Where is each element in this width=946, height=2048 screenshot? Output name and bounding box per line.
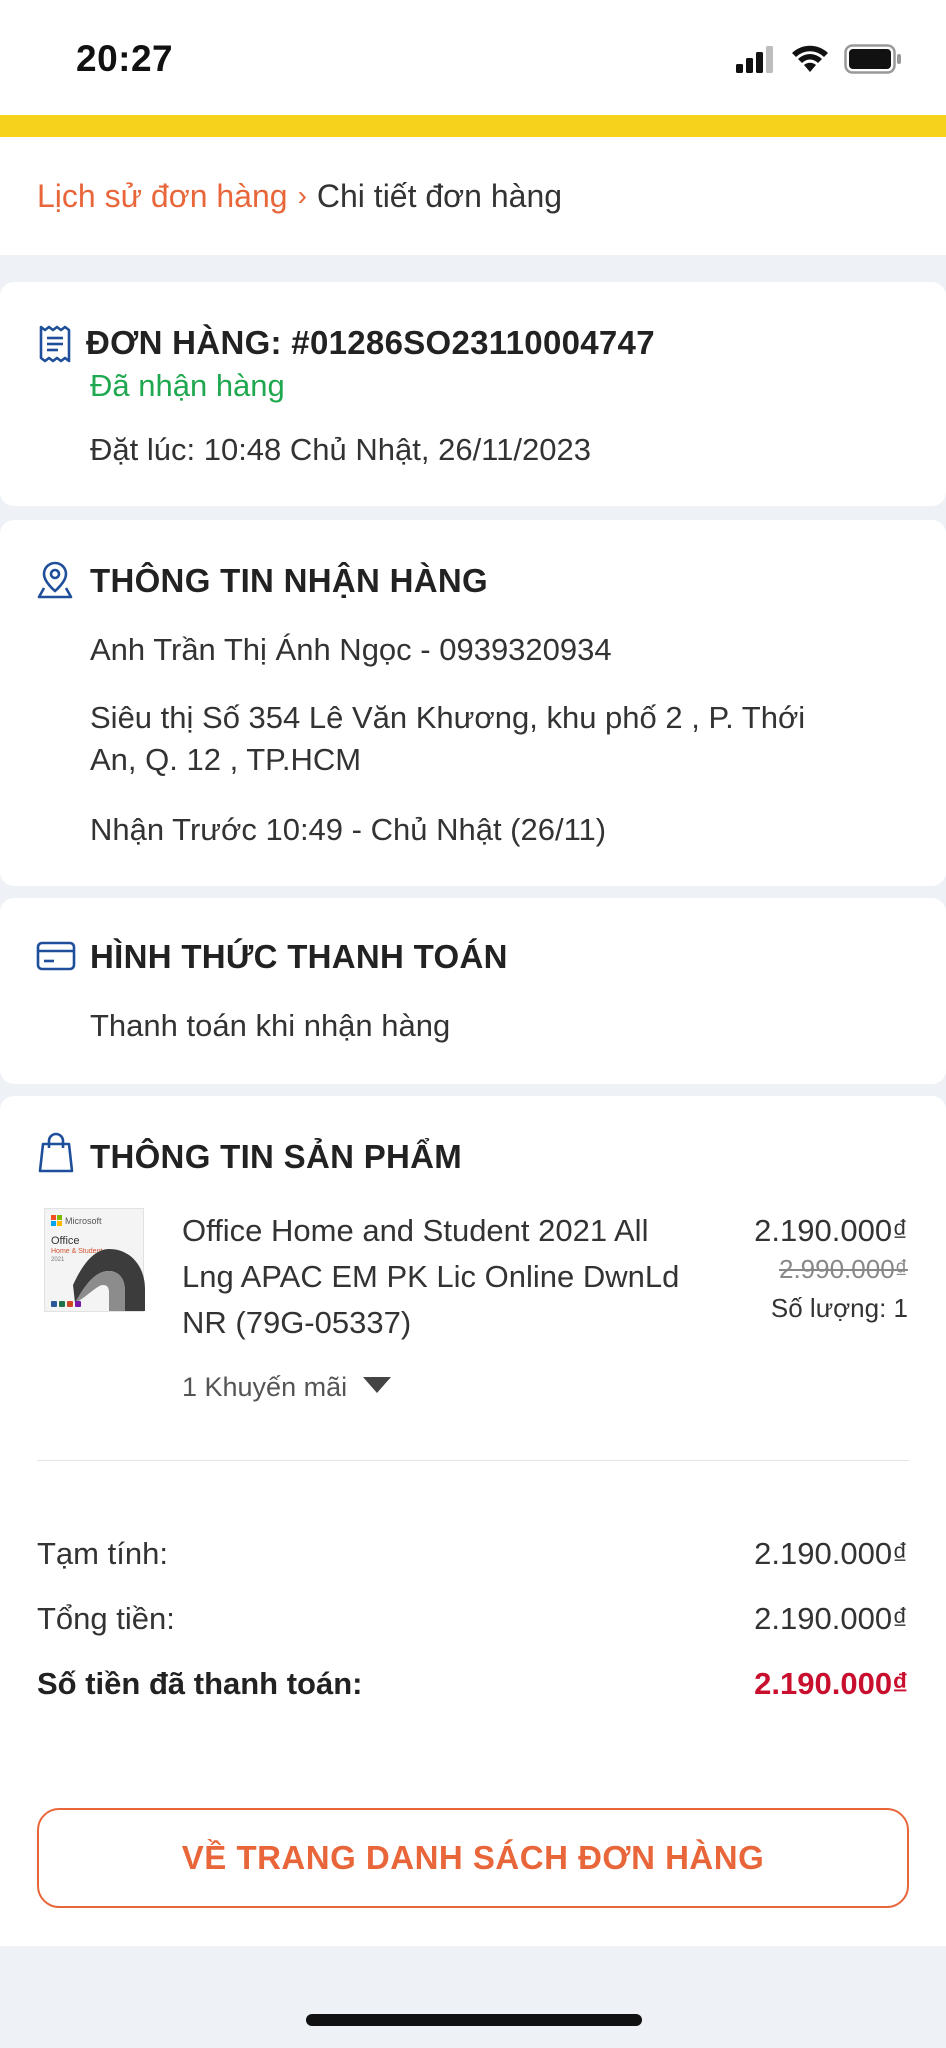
breadcrumb-order-history-link[interactable]: Lịch sử đơn hàng <box>37 178 288 215</box>
shopping-bag-icon <box>38 1132 74 1179</box>
status-bar: 20:27 <box>0 0 946 115</box>
subtotal-value: 2.190.000₫ <box>754 1536 908 1571</box>
order-number: ĐƠN HÀNG: #01286SO23110004747 <box>86 324 655 361</box>
payment-section-title: HÌNH THỨC THANH TOÁN <box>90 938 508 975</box>
breadcrumb-separator: › <box>297 180 307 211</box>
receipt-icon <box>36 324 74 369</box>
promotion-toggle[interactable]: 1 Khuyến mãi <box>182 1372 392 1403</box>
payment-method-value: Thanh toán khi nhận hàng <box>90 1008 451 1043</box>
product-thumbnail[interactable]: Microsoft Office Home & Student 2021 <box>44 1208 152 1316</box>
total-value: 2.190.000₫ <box>754 1601 908 1636</box>
signal-icon <box>736 45 776 78</box>
location-pin-icon <box>36 560 74 605</box>
back-to-order-list-button[interactable]: VỀ TRANG DANH SÁCH ĐƠN HÀNG <box>37 1808 909 1908</box>
caret-down-icon <box>363 1377 392 1398</box>
box-year: 2021 <box>51 1257 65 1263</box>
app-icons-row <box>51 1301 81 1307</box>
status-icons <box>736 44 902 79</box>
product-section-title: THÔNG TIN SẢN PHẨM <box>90 1138 463 1175</box>
subtotal-label: Tạm tính: <box>37 1536 168 1571</box>
product-name-line2: Lng APAC EM PK Lic Online DwnLd <box>182 1259 680 1294</box>
header-accent-bar <box>0 115 946 137</box>
product-price-column: 2.190.000₫ 2.990.000₫ Số lượng: 1 <box>754 1210 908 1330</box>
order-placed-time: Đặt lúc: 10:48 Chủ Nhật, 26/11/2023 <box>90 432 591 467</box>
status-time: 20:27 <box>76 38 174 79</box>
credit-card-icon <box>36 940 76 977</box>
home-indicator <box>306 2014 642 2026</box>
product-price: 2.190.000₫ <box>754 1213 908 1248</box>
promotion-count: 1 Khuyến mãi <box>182 1372 348 1402</box>
divider <box>37 1460 909 1461</box>
delivery-info-card: THÔNG TIN NHẬN HÀNG Anh Trần Thị Ánh Ngọ… <box>0 520 946 886</box>
product-name-line3: NR (79G-05337) <box>182 1305 412 1340</box>
order-card: ĐƠN HÀNG: #01286SO23110004747 Đã nhận hà… <box>0 282 946 506</box>
product-quantity: Số lượng: 1 <box>770 1293 908 1323</box>
breadcrumb: Lịch sử đơn hàng › Chi tiết đơn hàng <box>0 137 946 255</box>
order-status: Đã nhận hàng <box>90 368 285 403</box>
payment-method-card: HÌNH THỨC THANH TOÁN Thanh toán khi nhận… <box>0 898 946 1084</box>
wifi-icon <box>790 44 830 79</box>
delivery-address-line2: An, Q. 12 , TP.HCM <box>90 742 362 777</box>
amount-paid-label: Số tiền đã thanh toán: <box>37 1666 363 1701</box>
recipient-name-phone: Anh Trần Thị Ánh Ngọc - 0939320934 <box>90 632 612 667</box>
product-old-price: 2.990.000₫ <box>778 1254 908 1284</box>
delivery-section-title: THÔNG TIN NHẬN HÀNG <box>90 562 489 599</box>
product-name[interactable]: Office Home and Student 2021 All Lng APA… <box>182 1208 679 1346</box>
office-swoosh-icon <box>73 1249 145 1311</box>
delivery-address-line1: Siêu thị Số 354 Lê Văn Khương, khu phố 2… <box>90 700 806 735</box>
box-brand: Microsoft <box>65 1215 102 1226</box>
pickup-time: Nhận Trước 10:49 - Chủ Nhật (26/11) <box>90 812 607 847</box>
battery-icon <box>844 44 902 79</box>
microsoft-logo-icon <box>51 1215 62 1226</box>
breadcrumb-current: Chi tiết đơn hàng <box>316 177 563 214</box>
product-name-line1: Office Home and Student 2021 All <box>182 1213 649 1248</box>
amount-paid-value: 2.190.000₫ <box>754 1666 908 1701</box>
total-label: Tổng tiền: <box>37 1601 175 1636</box>
